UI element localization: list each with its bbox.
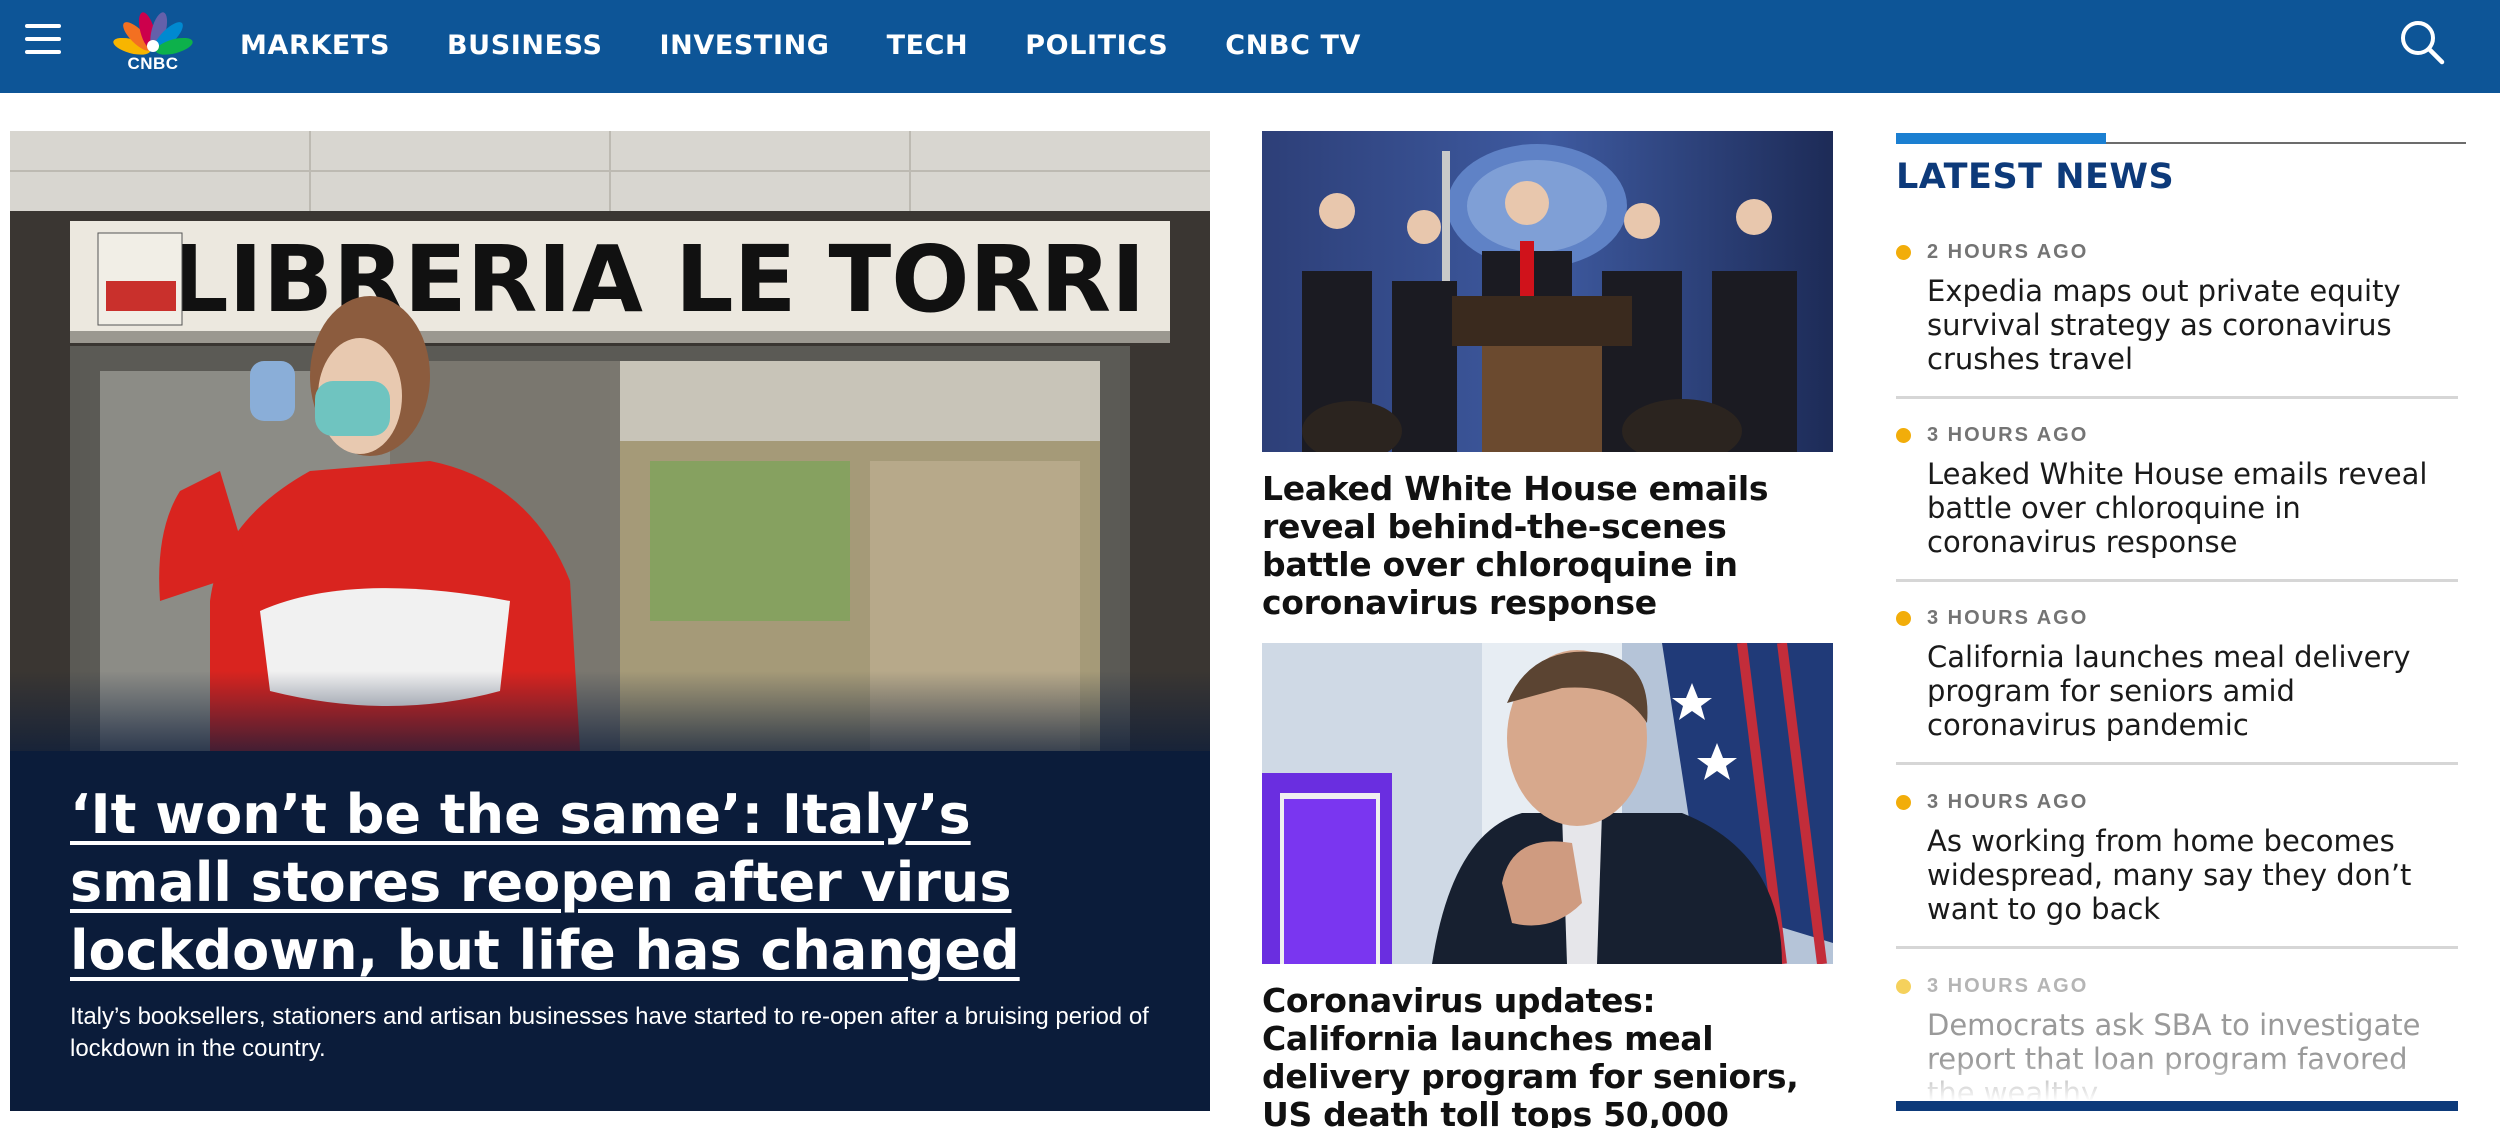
news-headline-link[interactable]: Expedia maps out private equity survival… — [1927, 274, 2458, 376]
news-headline-link[interactable]: As working from home becomes widespread,… — [1927, 824, 2458, 926]
nav-tech[interactable]: TECH — [887, 28, 969, 64]
latest-news-fade — [1896, 1061, 2466, 1101]
menu-icon[interactable] — [25, 24, 61, 54]
primary-nav: MARKETS BUSINESS INVESTING TECH POLITICS… — [240, 28, 1418, 64]
store-sign-text: LIBRERIA LE TORRI — [170, 226, 1145, 333]
hero-description: Italy’s booksellers, stationers and arti… — [70, 1003, 1149, 1062]
story-card[interactable]: Coronavirus updates: California launches… — [1262, 643, 1833, 1128]
hero-image-fade — [10, 671, 1210, 781]
latest-news-panel: LATEST NEWS 2 HOURS AGO Expedia maps out… — [1896, 131, 2466, 1111]
nav-politics[interactable]: POLITICS — [1025, 28, 1168, 64]
nav-cnbc-tv[interactable]: CNBC TV — [1225, 28, 1361, 64]
nav-business[interactable]: BUSINESS — [447, 28, 603, 64]
search-icon[interactable] — [2398, 18, 2446, 66]
news-separator — [1896, 946, 2458, 949]
bullet-dot-icon — [1896, 428, 1911, 443]
news-timestamp: 3 HOURS AGO — [1927, 607, 2089, 629]
latest-news-heading: LATEST NEWS — [1896, 157, 2175, 197]
news-timestamp: 2 HOURS AGO — [1927, 241, 2089, 263]
nav-investing[interactable]: INVESTING — [660, 28, 830, 64]
news-timestamp: 3 HOURS AGO — [1927, 975, 2089, 997]
hero-image-bookstore[interactable]: LIBRERIA LE TORRI — [10, 131, 1210, 751]
newsom-briefing-image[interactable] — [1262, 643, 1833, 964]
bullet-dot-icon — [1896, 611, 1911, 626]
latest-news-item[interactable]: 3 HOURS AGO California launches meal del… — [1896, 607, 2458, 742]
news-timestamp: 3 HOURS AGO — [1927, 791, 2089, 813]
latest-news-item[interactable]: 3 HOURS AGO Leaked White House emails re… — [1896, 424, 2458, 559]
bullet-dot-icon — [1896, 795, 1911, 810]
news-separator — [1896, 762, 2458, 765]
latest-news-accent-bar — [1896, 133, 2106, 144]
story-headline-link[interactable]: Coronavirus updates: California launches… — [1262, 982, 1833, 1128]
hero-story[interactable]: LIBRERIA LE TORRI ‘It won’t be the same’… — [10, 131, 1210, 1111]
news-separator — [1896, 579, 2458, 582]
latest-news-item[interactable]: 3 HOURS AGO As working from home becomes… — [1896, 791, 2458, 926]
latest-news-bottom-bar — [1896, 1101, 2458, 1111]
nav-markets[interactable]: MARKETS — [240, 28, 390, 64]
white-house-briefing-image[interactable] — [1262, 131, 1833, 452]
latest-news-item[interactable]: 2 HOURS AGO Expedia maps out private equ… — [1896, 241, 2458, 376]
story-headline-link[interactable]: Leaked White House emails reveal behind-… — [1262, 470, 1833, 622]
bullet-dot-icon — [1896, 245, 1911, 260]
top-navigation-bar: CNBC MARKETS BUSINESS INVESTING TECH POL… — [0, 0, 2500, 93]
news-headline-link[interactable]: Leaked White House emails reveal battle … — [1927, 457, 2458, 559]
news-timestamp: 3 HOURS AGO — [1927, 424, 2089, 446]
news-separator — [1896, 396, 2458, 399]
cnbc-logo-text: CNBC — [127, 54, 179, 73]
bullet-dot-icon — [1896, 979, 1911, 994]
news-headline-link[interactable]: California launches meal delivery progra… — [1927, 640, 2458, 742]
story-card[interactable]: Leaked White House emails reveal behind-… — [1262, 131, 1833, 622]
hero-headline-link[interactable]: ‘It won’t be the same’: Italy’s small st… — [70, 781, 1130, 985]
